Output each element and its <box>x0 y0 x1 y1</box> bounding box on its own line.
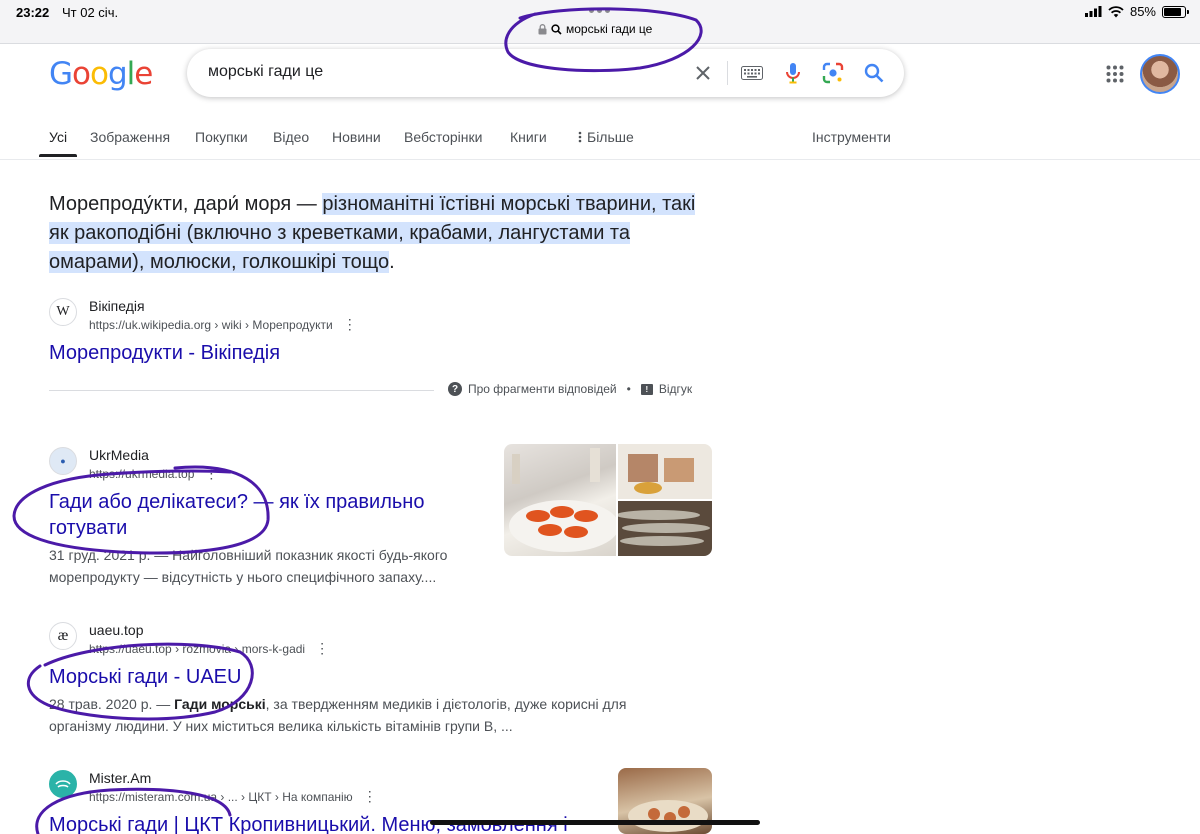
wikipedia-icon: W <box>49 298 77 326</box>
tab-books[interactable]: Книги <box>510 129 547 145</box>
tab-shopping[interactable]: Покупки <box>195 129 248 145</box>
logo-letter: o <box>72 56 91 92</box>
result-desc-rest: , за твердженням медиків і дієтологів, д… <box>265 696 627 712</box>
aspic-image <box>618 444 712 499</box>
search-tabs: Усі Зображення Покупки Відео Новини Вебс… <box>0 126 1200 160</box>
keyboard-icon[interactable] <box>740 61 764 85</box>
result-source[interactable]: ● UkrMedia https://ukrmedia.top ⋮ <box>49 447 218 482</box>
search-divider <box>727 61 728 85</box>
battery-percent: 85% <box>1129 4 1156 19</box>
battery-icon <box>1162 5 1189 18</box>
result-description: 28 трав. 2020 р. — Гади морські, за твер… <box>49 693 669 737</box>
more-options-icon[interactable]: ⋮ <box>363 788 377 804</box>
result-title-line2: готувати <box>49 517 128 539</box>
signal-icon <box>1084 6 1102 17</box>
tab-more-label: Більше <box>587 129 634 145</box>
snippet-source[interactable]: W Вікіпедія https://uk.wikipedia.org › w… <box>49 298 357 333</box>
result-date: 28 трав. 2020 р. — <box>49 696 175 712</box>
google-logo[interactable]: Google <box>49 56 153 92</box>
site-name: uaeu.top <box>89 622 144 638</box>
result-source[interactable]: Mister.Am https://misteram.com.ua › ... … <box>49 770 377 805</box>
more-options-icon[interactable]: ⋮ <box>204 465 218 481</box>
result-desc-line2: морепродукту — відсутність у нього специ… <box>49 569 437 585</box>
canapes-image <box>504 444 619 556</box>
site-url: https://uk.wikipedia.org › wiki › Морепр… <box>89 316 357 333</box>
tab-more[interactable]: Більше <box>578 129 634 145</box>
site-url: https://misteram.com.ua › ... › ЦКТ › На… <box>89 788 377 805</box>
tab-video[interactable]: Відео <box>273 129 309 145</box>
search-input[interactable] <box>208 63 668 81</box>
site-url-text: https://misteram.com.ua › ... › ЦКТ › На… <box>89 790 353 804</box>
lock-icon <box>538 23 547 34</box>
result-title[interactable]: Морські гади - UAEU <box>49 664 241 690</box>
snippet-feedback-row: ? Про фрагменти відповідей • ! Відгук <box>448 382 692 396</box>
status-indicators: 85% <box>1084 4 1189 19</box>
result-title-line1: Гади або делікатеси? — як їх правильно <box>49 491 425 513</box>
more-options-icon[interactable]: ⋮ <box>315 640 329 656</box>
result-description: 31 груд. 2021 р. — Найголовніший показни… <box>49 544 499 588</box>
featured-snippet-text: Морепроду́кти, дари́ моря — різноманітні… <box>49 190 709 277</box>
about-snippets-link[interactable]: Про фрагменти відповідей <box>468 382 617 396</box>
site-url-text: https://ukrmedia.top <box>89 467 195 481</box>
clear-icon[interactable] <box>691 61 715 85</box>
wifi-icon <box>1108 5 1124 17</box>
snippet-tail: . <box>389 251 395 273</box>
home-indicator[interactable] <box>430 820 760 825</box>
address-text: морські гади це <box>566 22 653 36</box>
status-date: Чт 02 січ. <box>62 5 119 20</box>
tools-button[interactable]: Інструменти <box>812 129 891 145</box>
logo-letter: e <box>134 56 153 92</box>
tab-images[interactable]: Зображення <box>90 129 170 145</box>
misteram-favicon-icon <box>49 770 77 798</box>
dot-separator: • <box>626 382 631 396</box>
status-bar: 23:22 Чт 02 січ. морські гади це 85% <box>0 0 1200 44</box>
tab-all[interactable]: Усі <box>49 129 67 145</box>
multitasking-dots-icon[interactable] <box>589 8 610 13</box>
logo-letter: g <box>107 56 128 92</box>
result-desc-line1: 31 груд. 2021 р. — Найголовніший показни… <box>49 547 448 563</box>
ukrmedia-favicon-icon: ● <box>49 447 77 475</box>
site-url-text: https://uaeu.top › rozmovia › mors-k-gad… <box>89 642 306 656</box>
account-avatar[interactable] <box>1140 54 1180 94</box>
active-tab-indicator <box>39 154 77 157</box>
herring-image <box>616 501 712 556</box>
tab-news[interactable]: Новини <box>332 129 381 145</box>
status-time: 23:22 <box>16 5 50 20</box>
snippet-divider <box>49 390 434 391</box>
result-desc-line2: організму людини. У них міститься велика… <box>49 718 513 734</box>
site-name: Mister.Am <box>89 770 152 786</box>
result-title[interactable]: Гади або делікатеси? — як їх правильно го… <box>49 489 489 541</box>
search-submit-icon[interactable] <box>862 61 886 85</box>
lens-icon[interactable] <box>821 61 845 85</box>
site-url: https://uaeu.top › rozmovia › mors-k-gad… <box>89 640 329 657</box>
result-source[interactable]: æ uaeu.top https://uaeu.top › rozmovia ›… <box>49 622 329 657</box>
feedback-icon: ! <box>640 383 653 395</box>
site-url: https://ukrmedia.top ⋮ <box>89 465 218 482</box>
feedback-link[interactable]: Відгук <box>659 382 692 396</box>
more-options-icon[interactable]: ⋮ <box>343 316 357 332</box>
more-vert-icon <box>578 131 582 143</box>
snippet-lead: Морепроду́кти, дари́ моря — <box>49 193 323 215</box>
help-icon: ? <box>448 382 462 396</box>
microphone-icon[interactable] <box>781 61 805 85</box>
apps-grid-icon[interactable] <box>1106 65 1124 88</box>
site-name: Вікіпедія <box>89 298 145 314</box>
snippet-link[interactable]: Морепродукти - Вікіпедія <box>49 340 280 366</box>
site-name: UkrMedia <box>89 447 149 463</box>
logo-letter: o <box>90 56 109 92</box>
uaeu-favicon-icon: æ <box>49 622 77 650</box>
logo-letter: G <box>49 56 73 92</box>
search-icon <box>551 23 562 35</box>
search-box[interactable] <box>187 49 904 97</box>
site-url-text: https://uk.wikipedia.org › wiki › Морепр… <box>89 318 333 332</box>
result-bold: Гади морські <box>174 696 266 712</box>
tab-web[interactable]: Вебсторінки <box>404 129 482 145</box>
result-thumbnails[interactable] <box>504 444 712 556</box>
address-bar[interactable]: морські гади це <box>538 22 652 36</box>
